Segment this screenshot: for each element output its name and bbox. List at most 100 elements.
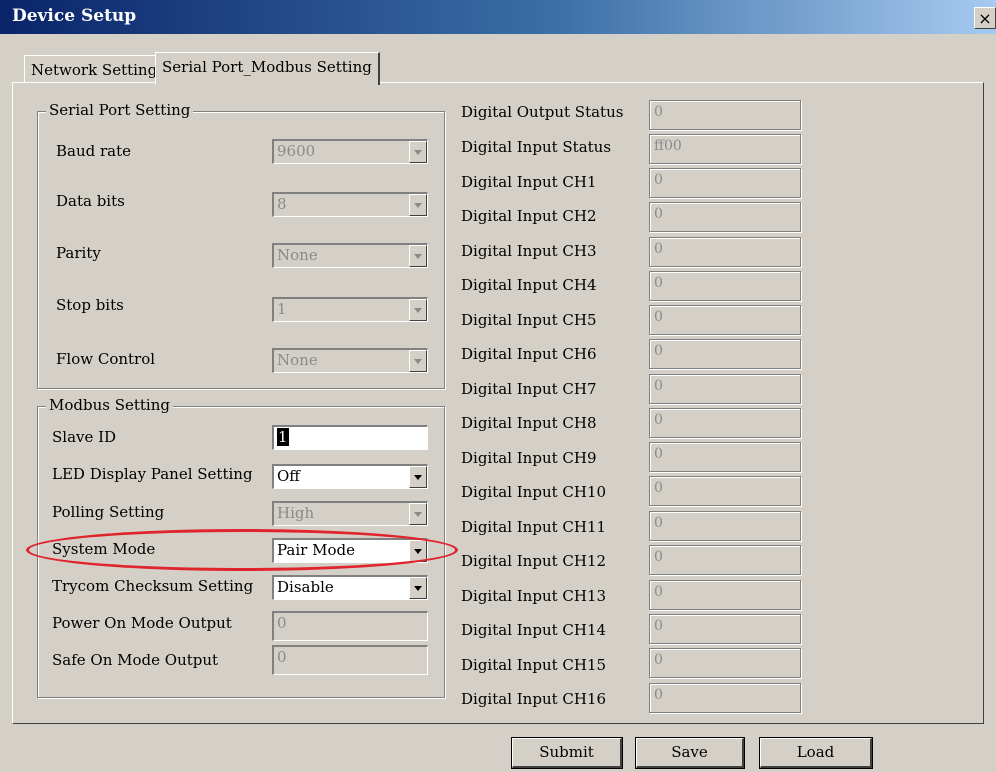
digital-input-ch9-label: Digital Input CH9 [461, 449, 597, 467]
digital-input-status-label: Digital Input Status [461, 138, 612, 156]
close-button[interactable]: × [974, 7, 996, 29]
checksum-setting-select[interactable]: Disable [272, 575, 428, 600]
digital-input-ch11-value: 0 [654, 515, 663, 531]
chevron-down-icon [409, 194, 427, 216]
slave-id-input[interactable]: 1 [272, 425, 428, 450]
digital-input-ch16-value: 0 [654, 687, 663, 703]
window-title: Device Setup [12, 6, 137, 26]
digital-input-ch8-label: Digital Input CH8 [461, 414, 597, 432]
submit-button-label: Submit [539, 743, 594, 761]
save-button[interactable]: Save [635, 737, 745, 769]
digital-input-ch2-label: Digital Input CH2 [461, 207, 597, 225]
digital-input-ch14-value: 0 [654, 618, 663, 634]
digital-input-ch6-value: 0 [654, 343, 663, 359]
digital-input-ch7-field: 0 [649, 374, 801, 404]
digital-input-ch10-label: Digital Input CH10 [461, 483, 607, 501]
digital-input-ch9-field: 0 [649, 442, 801, 472]
title-bar: Device Setup × [0, 0, 996, 34]
led-display-select[interactable]: Off [272, 464, 428, 489]
digital-input-ch3-label: Digital Input CH3 [461, 242, 597, 260]
flow-control-select[interactable]: None [272, 348, 428, 373]
digital-input-ch12-label: Digital Input CH12 [461, 552, 607, 570]
stop-bits-select[interactable]: 1 [272, 297, 428, 322]
digital-input-ch2-field: 0 [649, 202, 801, 232]
chevron-down-icon [409, 141, 427, 163]
data-bits-value: 8 [277, 195, 287, 213]
tab-label: Serial Port_Modbus Setting [162, 58, 372, 76]
digital-input-ch4-label: Digital Input CH4 [461, 276, 597, 294]
tab-serial-port-modbus-setting[interactable]: Serial Port_Modbus Setting [155, 52, 380, 85]
safe-on-mode-output-value: 0 [277, 648, 287, 666]
flow-control-value: None [277, 351, 318, 369]
baud-rate-select[interactable]: 9600 [272, 139, 428, 164]
safe-on-mode-output-input[interactable]: 0 [272, 645, 428, 675]
save-button-label: Save [671, 743, 708, 761]
submit-button[interactable]: Submit [511, 737, 623, 769]
digital-input-ch13-label: Digital Input CH13 [461, 587, 607, 605]
baud-rate-value: 9600 [277, 142, 316, 160]
digital-input-ch5-value: 0 [654, 309, 663, 325]
serial-port-setting-legend: Serial Port Setting [46, 101, 194, 119]
digital-input-ch12-field: 0 [649, 545, 801, 575]
led-display-label: LED Display Panel Setting [52, 465, 253, 483]
parity-value: None [277, 246, 318, 264]
safe-on-mode-output-label: Safe On Mode Output [52, 651, 219, 669]
tab-network-setting[interactable]: Network Setting [24, 55, 165, 83]
digital-input-ch7-label: Digital Input CH7 [461, 380, 597, 398]
digital-input-ch4-field: 0 [649, 271, 801, 301]
chevron-down-icon[interactable] [409, 540, 427, 562]
polling-setting-value: High [277, 504, 315, 522]
parity-select[interactable]: None [272, 243, 428, 268]
digital-input-ch13-value: 0 [654, 584, 663, 600]
digital-input-ch3-value: 0 [654, 241, 663, 257]
digital-output-status-label: Digital Output Status [461, 103, 624, 121]
slave-id-label: Slave ID [52, 428, 117, 446]
system-mode-value: Pair Mode [277, 541, 355, 559]
digital-input-ch11-field: 0 [649, 511, 801, 541]
checksum-setting-value: Disable [277, 578, 334, 596]
digital-input-status-value: ff00 [654, 138, 682, 154]
chevron-down-icon[interactable] [409, 577, 427, 599]
digital-input-ch1-value: 0 [654, 172, 663, 188]
flow-control-label: Flow Control [56, 350, 156, 368]
digital-output-status-value: 0 [654, 104, 663, 120]
chevron-down-icon [409, 503, 427, 525]
digital-output-status-field: 0 [649, 100, 801, 130]
system-mode-select[interactable]: Pair Mode [272, 538, 428, 563]
load-button[interactable]: Load [759, 737, 873, 769]
digital-input-ch1-label: Digital Input CH1 [461, 173, 597, 191]
tab-label: Network Setting [31, 61, 158, 79]
baud-rate-label: Baud rate [56, 142, 132, 160]
polling-setting-label: Polling Setting [52, 503, 165, 521]
digital-input-ch12-value: 0 [654, 549, 663, 565]
digital-input-ch11-label: Digital Input CH11 [461, 518, 607, 536]
digital-input-ch15-label: Digital Input CH15 [461, 656, 607, 674]
digital-input-ch4-value: 0 [654, 275, 663, 291]
led-display-value: Off [277, 467, 300, 485]
digital-input-ch10-field: 0 [649, 476, 801, 506]
system-mode-label: System Mode [52, 540, 156, 558]
polling-setting-select[interactable]: High [272, 501, 428, 526]
digital-input-ch14-label: Digital Input CH14 [461, 621, 607, 639]
digital-input-ch16-label: Digital Input CH16 [461, 690, 607, 708]
digital-input-ch2-value: 0 [654, 206, 663, 222]
digital-input-ch8-field: 0 [649, 408, 801, 438]
digital-input-ch7-value: 0 [654, 378, 663, 394]
power-on-mode-output-value: 0 [277, 614, 287, 632]
load-button-label: Load [796, 743, 835, 761]
digital-input-ch13-field: 0 [649, 580, 801, 610]
close-icon: × [978, 9, 992, 28]
chevron-down-icon [409, 299, 427, 321]
power-on-mode-output-input[interactable]: 0 [272, 611, 428, 641]
digital-input-ch1-field: 0 [649, 168, 801, 198]
chevron-down-icon[interactable] [409, 466, 427, 488]
digital-input-ch3-field: 0 [649, 237, 801, 267]
data-bits-select[interactable]: 8 [272, 192, 428, 217]
digital-input-ch9-value: 0 [654, 446, 663, 462]
power-on-mode-output-label: Power On Mode Output [52, 614, 232, 632]
digital-input-ch15-value: 0 [654, 652, 663, 668]
digital-input-ch6-label: Digital Input CH6 [461, 345, 597, 363]
digital-input-ch10-value: 0 [654, 480, 663, 496]
stop-bits-value: 1 [277, 300, 287, 318]
digital-input-status-field: ff00 [649, 134, 801, 164]
